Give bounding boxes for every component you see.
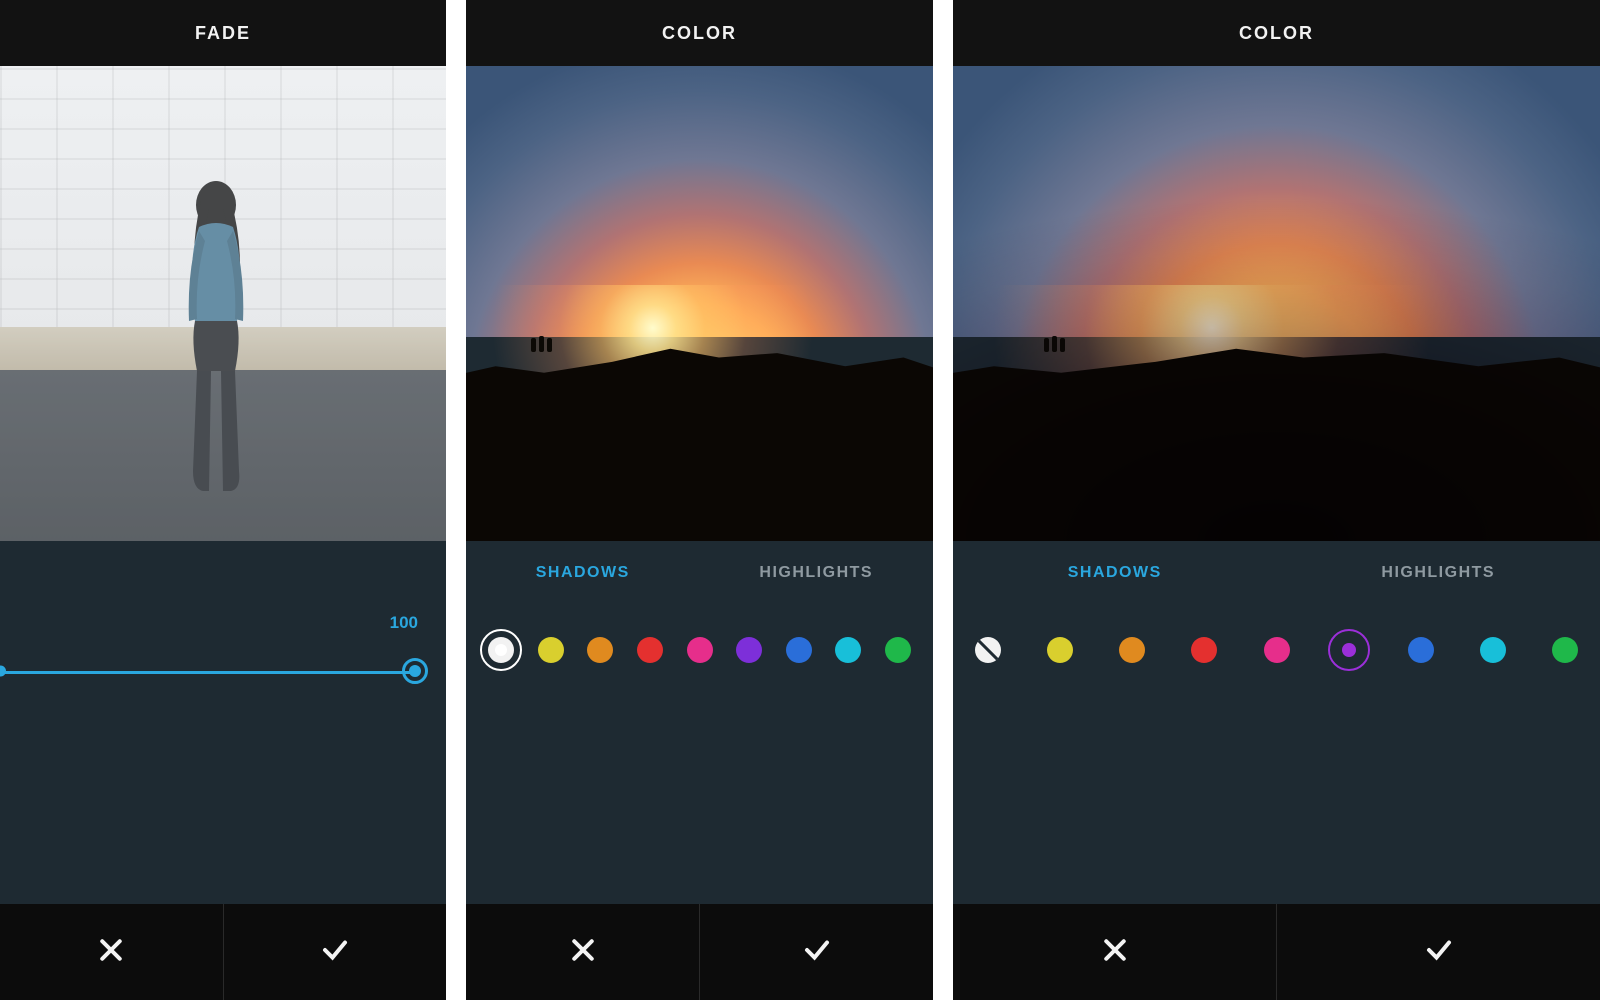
color-tabs: SHADOWS HIGHLIGHTS [466, 551, 933, 595]
close-icon [568, 935, 598, 970]
cancel-button[interactable] [466, 904, 699, 1000]
color-swatch-row [953, 637, 1600, 663]
color-swatch-yellow[interactable] [538, 637, 564, 663]
color-swatch-green[interactable] [1552, 637, 1578, 663]
color-swatch-none[interactable] [488, 637, 514, 663]
screen-title: FADE [0, 0, 446, 66]
check-icon [320, 935, 350, 970]
screen-color-b: COLOR SHADOWS HIGHLIGHTS [953, 0, 1600, 1000]
tab-shadows[interactable]: SHADOWS [466, 551, 700, 595]
color-swatch-cyan[interactable] [835, 637, 861, 663]
slider-handle[interactable] [402, 658, 428, 684]
color-swatch-red[interactable] [1191, 637, 1217, 663]
color-swatch-row [466, 637, 933, 663]
screen-title: COLOR [953, 0, 1600, 66]
color-swatch-cyan[interactable] [1480, 637, 1506, 663]
confirm-button[interactable] [1277, 904, 1600, 1000]
action-bar [466, 904, 933, 1000]
color-swatch-green[interactable] [885, 637, 911, 663]
photo-subject [531, 334, 571, 352]
check-icon [1424, 935, 1454, 970]
confirm-button[interactable] [224, 904, 447, 1000]
check-icon [802, 935, 832, 970]
color-swatch-none[interactable] [975, 637, 1001, 663]
edit-preview-photo [953, 66, 1600, 541]
color-swatch-orange[interactable] [1119, 637, 1145, 663]
close-icon [1100, 935, 1130, 970]
color-tabs: SHADOWS HIGHLIGHTS [953, 551, 1600, 595]
color-swatch-red[interactable] [637, 637, 663, 663]
tab-highlights[interactable]: HIGHLIGHTS [700, 551, 934, 595]
screen-color-a: COLOR SHADOWS HIGHLIGHTS [466, 0, 933, 1000]
action-bar [0, 904, 446, 1000]
fade-slider[interactable]: 100 [0, 641, 416, 701]
shadow-tint-overlay [953, 66, 1600, 541]
screen-title: COLOR [466, 0, 933, 66]
color-swatch-orange[interactable] [587, 637, 613, 663]
cancel-button[interactable] [953, 904, 1276, 1000]
color-swatch-yellow[interactable] [1047, 637, 1073, 663]
screenshot-stage: FADE 100 [0, 0, 1600, 1000]
color-swatch-pink[interactable] [687, 637, 713, 663]
color-controls: SHADOWS HIGHLIGHTS [466, 541, 933, 904]
color-swatch-purple[interactable] [1336, 637, 1362, 663]
color-swatch-blue[interactable] [786, 637, 812, 663]
color-swatch-blue[interactable] [1408, 637, 1434, 663]
cancel-button[interactable] [0, 904, 223, 1000]
color-swatch-purple[interactable] [736, 637, 762, 663]
fade-slider-value: 100 [390, 613, 418, 633]
edit-preview-photo [466, 66, 933, 541]
edit-preview-photo [0, 66, 446, 541]
close-icon [96, 935, 126, 970]
color-controls: SHADOWS HIGHLIGHTS [953, 541, 1600, 904]
fade-controls: 100 [0, 541, 446, 904]
screen-fade: FADE 100 [0, 0, 446, 1000]
tab-shadows[interactable]: SHADOWS [953, 551, 1277, 595]
color-swatch-pink[interactable] [1264, 637, 1290, 663]
action-bar [953, 904, 1600, 1000]
tab-highlights[interactable]: HIGHLIGHTS [1277, 551, 1600, 595]
confirm-button[interactable] [700, 904, 933, 1000]
